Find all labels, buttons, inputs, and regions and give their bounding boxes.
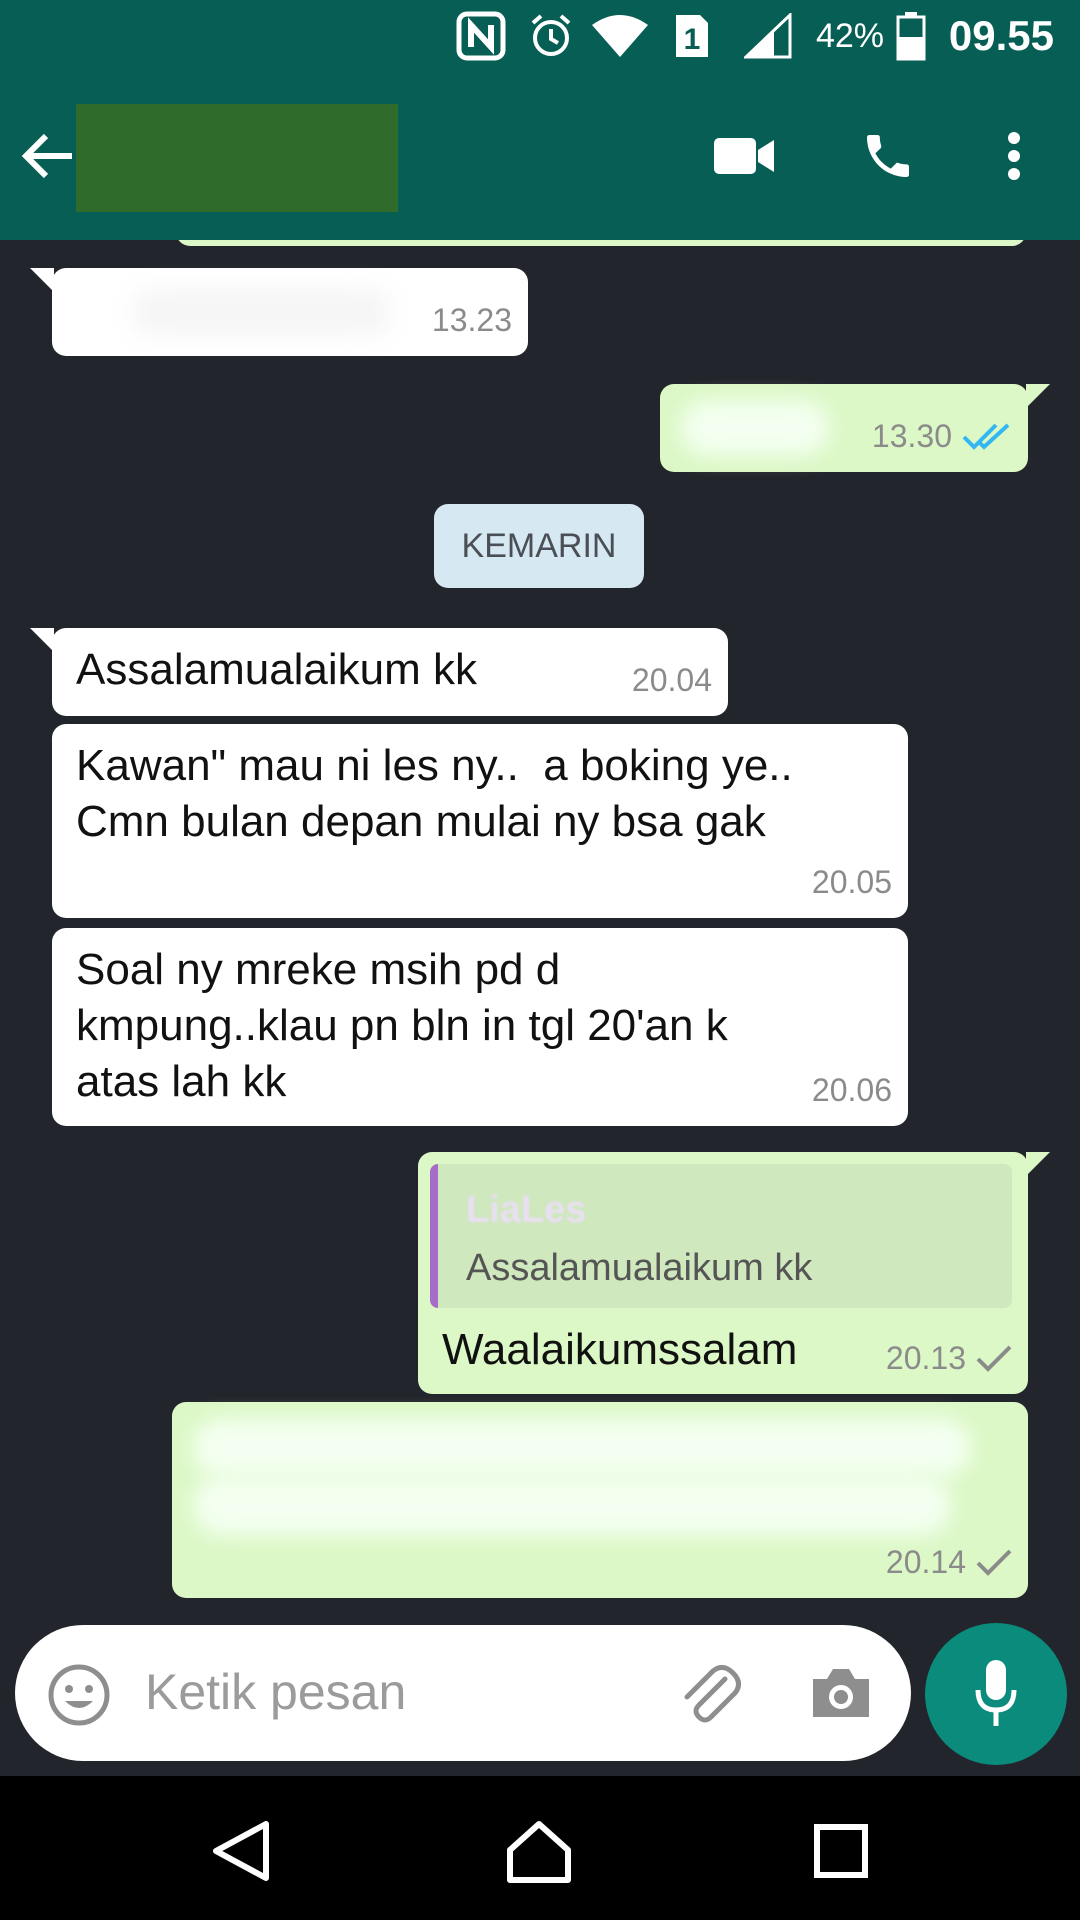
video-call-icon[interactable] (704, 116, 784, 196)
sim-label: 1 (684, 23, 701, 56)
message-time: 20.04 (631, 662, 712, 698)
nav-home-icon[interactable] (494, 1806, 584, 1896)
message-bubble-incoming[interactable]: Soal ny mreke msih pd d kmpung..klau pn … (52, 928, 908, 1126)
sim-icon: 1 (672, 0, 712, 72)
message-time: 13.23 (431, 302, 512, 338)
message-bubble-incoming[interactable]: Assalamualaikum kk 20.04 (30, 628, 728, 716)
message-composer[interactable]: Ketik pesan (15, 1625, 911, 1761)
nfc-icon (456, 0, 506, 72)
message-bubble-outgoing-reply[interactable]: LiaLes Assalamualaikum kk Waalaikumssala… (418, 1152, 1050, 1394)
double-check-delivered-icon (976, 1345, 1012, 1372)
date-separator-chip: KEMARIN (434, 504, 644, 588)
quoted-text: Assalamualaikum kk (466, 1247, 813, 1289)
chat-header (0, 72, 1080, 240)
message-bubble-partial (176, 240, 1026, 246)
status-bar: 1 42% 09.55 (0, 0, 1080, 72)
redacted-text (192, 1418, 972, 1478)
message-meta: 20.13 (886, 1330, 1012, 1386)
check-sent-icon (976, 1549, 1012, 1576)
message-meta: 20.05 (812, 854, 892, 910)
voice-record-button[interactable] (925, 1623, 1067, 1765)
nav-recents-icon[interactable] (796, 1806, 886, 1896)
battery-percent: 42% (815, 16, 884, 55)
attachment-icon[interactable] (675, 1659, 745, 1734)
wifi-icon (590, 0, 650, 72)
message-list[interactable]: 13.23 13.30 KEMARIN Assalamualaikum kk 2… (0, 240, 1080, 1600)
quoted-sender-name: LiaLes (466, 1189, 587, 1231)
signal-icon (744, 0, 792, 72)
message-time: 13.30 (871, 418, 952, 454)
message-time: 20.14 (885, 1544, 966, 1580)
double-check-read-icon (962, 423, 1010, 450)
message-bubble-outgoing[interactable]: 20.14 (172, 1402, 1028, 1598)
message-bubble-incoming[interactable]: Kawan" mau ni les ny.. a boking ye.. Cmn… (52, 724, 908, 918)
battery-icon (896, 0, 926, 72)
message-text: Assalamualaikum kk (76, 645, 478, 694)
redacted-text (192, 1476, 952, 1536)
microphone-icon (975, 1660, 1017, 1726)
message-meta: 20.06 (812, 1062, 892, 1118)
message-meta: 20.04 (632, 652, 712, 708)
message-text: Kawan" mau ni les ny.. a boking ye.. Cmn… (76, 741, 793, 846)
more-vert-icon[interactable] (974, 116, 1054, 196)
message-text: Waalaikumssalam (442, 1325, 798, 1374)
message-bubble-incoming[interactable]: 13.23 (30, 268, 528, 356)
message-time: 20.06 (811, 1072, 892, 1108)
system-nav-bar (0, 1776, 1080, 1920)
message-meta: 20.14 (886, 1534, 1012, 1590)
status-clock: 09.55 (948, 12, 1054, 59)
message-time: 20.13 (885, 1340, 966, 1376)
message-meta: 13.30 (872, 408, 1012, 464)
message-meta: 13.23 (432, 292, 512, 348)
message-text: Soal ny mreke msih pd d kmpung..klau pn … (76, 945, 728, 1106)
message-time: 20.05 (811, 864, 892, 900)
alarm-icon (528, 0, 574, 72)
message-input[interactable]: Ketik pesan (145, 1663, 406, 1721)
emoji-icon[interactable] (47, 1663, 111, 1732)
redacted-text (680, 400, 830, 456)
nav-back-icon[interactable] (196, 1806, 286, 1896)
camera-icon[interactable] (809, 1665, 873, 1726)
phone-icon[interactable] (848, 116, 928, 196)
redacted-text (132, 288, 392, 336)
quoted-message[interactable]: LiaLes Assalamualaikum kk (430, 1164, 1012, 1308)
message-bubble-outgoing[interactable]: 13.30 (660, 384, 1050, 472)
contact-name-redacted[interactable] (76, 104, 398, 212)
